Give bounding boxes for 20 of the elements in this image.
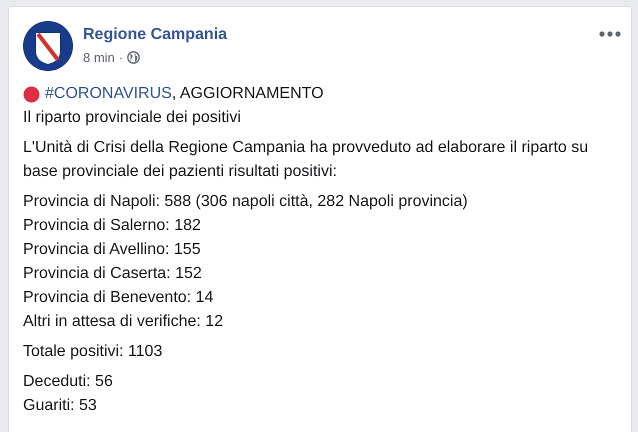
post-text: Provincia di Caserta: 152 [23, 264, 203, 284]
post-text: Provincia di Avellino: 155 [23, 240, 202, 260]
post-text: Provincia di Salerno: 182 [23, 216, 202, 236]
post-text: Altri in attesa di verifiche: 12 [23, 312, 224, 332]
globe-icon[interactable] [127, 51, 140, 64]
circle-icon [23, 86, 40, 102]
post-time[interactable]: 8 min [83, 48, 115, 68]
post-text: Provincia di Napoli: 588 (306 napoli città, 282 Napoli provincia) [23, 192, 469, 212]
separator-dot: · [118, 49, 124, 67]
hashtag-link[interactable]: #CORONAVIRUS [45, 82, 172, 106]
post-text: Deceduti: 56 [23, 372, 114, 392]
post-text: Guariti: 53 [23, 396, 98, 416]
headline-text: , AGGIORNAMENTO [172, 84, 324, 104]
coat-of-arms-icon[interactable] [23, 21, 73, 71]
post-text: Il riparto provinciale dei positivi [23, 108, 242, 128]
post-text: Provincia di Benevento: 14 [23, 288, 214, 308]
more-options-icon[interactable] [599, 31, 621, 37]
post-text: L'Unità di Crisi della Regione Campania ha provveduto ad elaborare il riparto su base provinciale dei pazienti risultati positivi: [23, 138, 590, 182]
page-name[interactable]: Regione Campania [83, 25, 599, 45]
post-text: Totale positivi: 1103 [23, 342, 164, 362]
